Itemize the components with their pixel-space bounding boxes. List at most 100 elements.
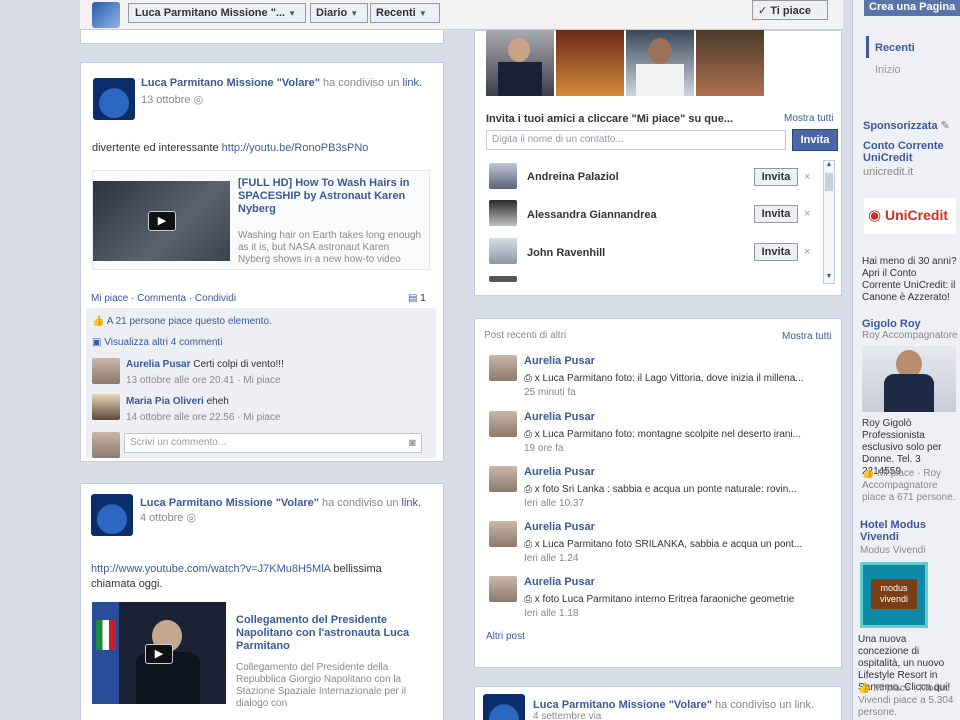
recent-post-time[interactable]: Ieri alle 1.18 (524, 608, 578, 619)
invite-button[interactable]: Invita (792, 129, 838, 151)
friend-name[interactable]: John Ravenhill (527, 247, 605, 259)
friend-name[interactable]: Alessandra Giannandrea (527, 209, 657, 221)
page-avatar[interactable] (91, 494, 133, 536)
friend-photo[interactable] (626, 30, 694, 96)
video-title[interactable]: [FULL HD] How To Wash Hairs in SPACESHIP… (238, 177, 424, 216)
recent-post-text[interactable]: ⎙ x foto Luca Parmitano interno Eritrea … (524, 594, 794, 605)
recenti-dropdown[interactable]: Recenti ▼ (370, 3, 440, 23)
video-title[interactable]: Collegamento del Presidente Napolitano c… (236, 614, 416, 653)
ad1-title[interactable]: Conto Corrente UniCredit (863, 140, 958, 164)
invite-show-all[interactable]: Mostra tutti (784, 113, 833, 124)
recent-post-time[interactable]: 19 ore fa (524, 443, 563, 454)
timeline-nav: Recenti Inizio (866, 36, 960, 84)
post-link-word[interactable]: link. (402, 497, 422, 509)
poster-name[interactable]: Aurelia Pusar (524, 521, 595, 533)
recent-post-text[interactable]: ⎙ x Luca Parmitano foto SRILANKA, sabbia… (524, 539, 802, 550)
friend-avatar[interactable] (489, 238, 517, 264)
poster-avatar[interactable] (489, 466, 517, 492)
nav-recenti[interactable]: Recenti (875, 42, 915, 54)
poster-avatar[interactable] (489, 576, 517, 602)
poster-name[interactable]: Aurelia Pusar (524, 411, 595, 423)
friend-avatar[interactable] (489, 163, 517, 189)
post-date-text[interactable]: 13 ottobre (141, 94, 191, 106)
page-avatar[interactable] (93, 78, 135, 120)
contact-search-input[interactable]: Digita il nome di un contatto... (486, 130, 786, 150)
view-more-comments[interactable]: ▣ Visualizza altri 4 commenti (92, 337, 222, 348)
ad2-like-text[interactable]: Mi piace · Roy Accompagnatore piace a 67… (862, 468, 955, 503)
video-thumbnail[interactable]: ▶ (93, 181, 230, 261)
create-page-button[interactable]: Crea una Pagina (864, 0, 960, 16)
camera-icon[interactable]: ◙ (409, 437, 416, 449)
commenter-avatar[interactable] (92, 358, 120, 384)
friend-name[interactable]: Andreina Palaziol (527, 171, 619, 183)
play-icon[interactable]: ▶ (148, 211, 176, 231)
page-profile-thumbnail[interactable] (92, 2, 120, 28)
commenter-avatar[interactable] (92, 394, 120, 420)
comment-meta[interactable]: 13 ottobre alle ore 20.41 · Mi piace (126, 375, 281, 386)
nav-inizio[interactable]: Inizio (875, 64, 901, 76)
commenter-name[interactable]: Aurelia Pusar (126, 359, 190, 370)
comment-meta[interactable]: 14 ottobre alle ore 22.56 · Mi piace (126, 412, 281, 423)
friend-photo[interactable] (486, 30, 554, 96)
ad2-title[interactable]: Gigolo Roy (862, 318, 921, 330)
post-url[interactable]: http://www.youtube.com/watch?v=J7KMu8H5M… (91, 563, 330, 575)
close-icon[interactable]: × (804, 208, 810, 220)
post-link-word[interactable]: link. (403, 77, 423, 89)
friend-invite-button[interactable]: Invita (754, 243, 798, 261)
poster-name[interactable]: Aurelia Pusar (524, 576, 595, 588)
pencil-icon[interactable]: ✎ (941, 120, 950, 132)
friend-invite-button[interactable]: Invita (754, 168, 798, 186)
recent-post-time[interactable]: Ieri alle 1.24 (524, 553, 578, 564)
recent-post-text[interactable]: ⎙ x Luca Parmitano foto: il Lago Vittori… (524, 373, 804, 384)
commenter-name[interactable]: Maria Pia Oliveri (126, 396, 204, 407)
page-avatar[interactable] (483, 694, 525, 720)
ad3-like: 👍 Mi piace · Modus Vivendi piace a 5.304… (858, 683, 958, 719)
post-date-text[interactable]: 4 ottobre (140, 512, 183, 524)
chevron-down-icon[interactable]: ▼ (824, 273, 834, 283)
post-author[interactable]: Luca Parmitano Missione "Volare" (141, 77, 320, 89)
recent-post-time[interactable]: 25 minuti fa (524, 387, 576, 398)
post-author[interactable]: Luca Parmitano Missione "Volare" (533, 699, 712, 711)
liked-button[interactable]: ✓ Ti piace (752, 0, 828, 20)
poster-name[interactable]: Aurelia Pusar (524, 355, 595, 367)
video-thumbnail[interactable]: ▶ (92, 602, 226, 704)
ad3-like-text[interactable]: Mi piace · Modus Vivendi piace a 5.304 p… (858, 683, 953, 718)
recent-post-text[interactable]: ⎙ x foto Sri Lanka : sabbia e acqua un p… (524, 484, 797, 495)
poster-avatar[interactable] (489, 355, 517, 381)
poster-name[interactable]: Aurelia Pusar (524, 466, 595, 478)
post-url[interactable]: http://youtu.be/RonoPB3sPNo (222, 142, 369, 154)
scroll-thumb[interactable] (825, 173, 833, 191)
attachment-icon: ⎙ (524, 539, 532, 550)
invite-scrollbar[interactable]: ▲ ▼ (823, 160, 835, 284)
ad2-image[interactable] (862, 346, 956, 412)
recent-post-text[interactable]: ⎙ x Luca Parmitano foto: montagne scolpi… (524, 429, 801, 440)
close-icon[interactable]: × (804, 171, 810, 183)
close-icon[interactable]: × (804, 246, 810, 258)
friend-avatar[interactable] (489, 200, 517, 226)
ad2-like: 👍 Mi piace · Roy Accompagnatore piace a … (862, 468, 958, 504)
comment-counter[interactable]: ▤ 1 (408, 293, 426, 304)
recent-posts-show-all[interactable]: Mostra tutti (782, 331, 831, 342)
likes-text[interactable]: A 21 persone piace questo elemento. (107, 316, 272, 327)
chevron-up-icon[interactable]: ▲ (824, 161, 834, 171)
play-icon[interactable]: ▶ (145, 644, 173, 664)
recent-post-time[interactable]: Ieri alle 10.37 (524, 498, 584, 509)
friend-invite-button[interactable]: Invita (754, 205, 798, 223)
poster-avatar[interactable] (489, 521, 517, 547)
ad1-image[interactable]: ◉ UniCredit (864, 198, 956, 234)
ad3-title[interactable]: Hotel Modus Vivendi (860, 519, 956, 543)
comment-input[interactable]: Scrivi un commento... (124, 433, 422, 453)
more-posts-link[interactable]: Altri post (486, 631, 525, 642)
recent-post-text-label: x Luca Parmitano foto SRILANKA, sabbia e… (534, 539, 803, 550)
post-date[interactable]: 4 settembre via (533, 711, 601, 720)
ad3-image[interactable]: modus vivendi (860, 562, 928, 628)
friend-photo[interactable] (696, 30, 764, 96)
post-actions[interactable]: Mi piace · Commenta · Condividi (91, 293, 236, 304)
post-author[interactable]: Luca Parmitano Missione "Volare" (140, 497, 319, 509)
friend-photo[interactable] (556, 30, 624, 96)
diario-dropdown[interactable]: Diario ▼ (310, 3, 368, 23)
page-name-dropdown[interactable]: Luca Parmitano Missione "... ▼ (128, 3, 306, 23)
post-text: http://www.youtube.com/watch?v=J7KMu8H5M… (91, 562, 411, 592)
poster-avatar[interactable] (489, 411, 517, 437)
friend-avatar[interactable] (489, 276, 517, 282)
